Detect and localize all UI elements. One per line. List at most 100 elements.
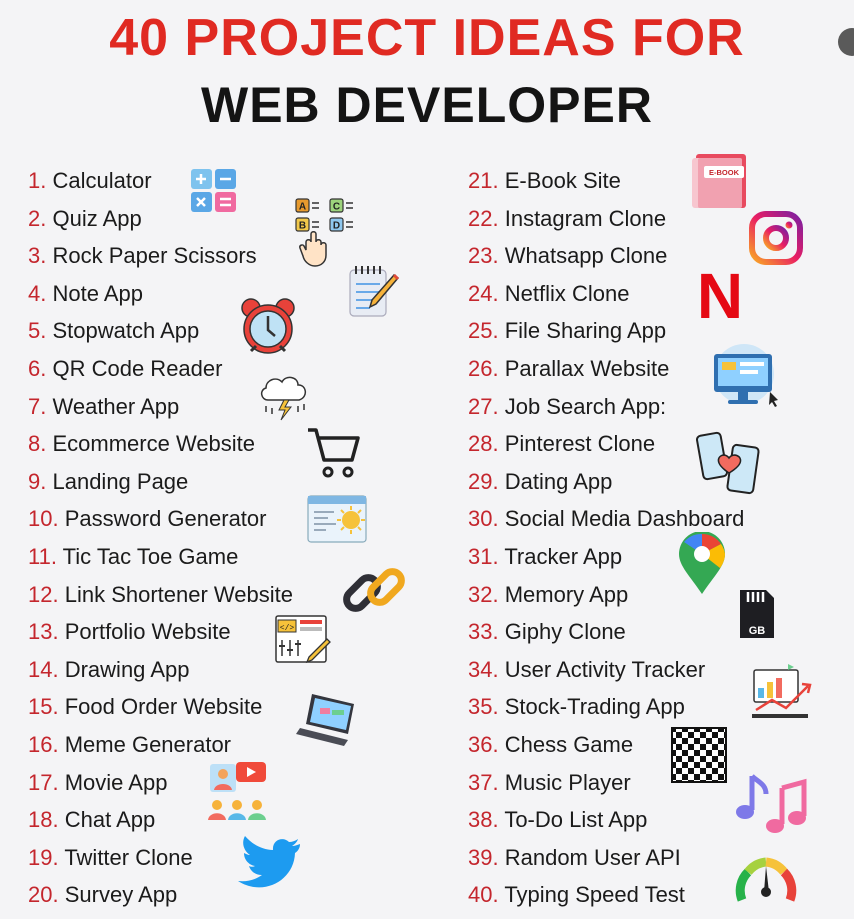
project-name: Meme Generator [64,731,232,757]
project-number: 21. [468,168,499,193]
project-name: Ecommerce Website [52,431,256,457]
project-number: 7. [28,393,47,419]
project-name: Giphy Clone [504,619,626,645]
project-item: 9. Landing Page [28,463,428,501]
project-number: 3. [28,243,47,269]
project-number: 8. [28,431,47,457]
page-title-line-1: 40 PROJECT IDEAS FOR [109,9,745,67]
project-number: 28. [468,431,499,457]
project-item: 29. Dating App [468,463,848,501]
project-item: 21. E-Book Site [468,162,848,200]
project-name: Memory App [504,581,629,607]
project-number: 34. [468,656,499,682]
project-name: Pinterest Clone [504,431,656,457]
project-name: Music Player [504,769,631,795]
project-item: 25. File Sharing App [468,312,848,350]
project-name: To-Do List App [504,807,648,833]
project-number: 5. [28,318,47,344]
storm-cloud-icon [260,376,306,421]
project-name: Typing Speed Test [504,882,685,908]
project-name: QR Code Reader [52,355,223,381]
laptop-icon [296,694,354,746]
project-name: Twitter Clone [64,844,193,870]
project-item: 14. Drawing App [28,651,428,689]
project-number: 37. [468,769,499,795]
project-number: 2. [28,205,47,231]
project-number: 15. [28,694,59,720]
project-name: Drawing App [64,656,190,682]
project-name: Stopwatch App [52,318,200,344]
project-name: User Activity Tracker [504,656,706,682]
project-number: 24. [468,280,499,306]
svg-text:</>: </> [280,624,295,633]
project-number: 20. [28,882,59,908]
project-number: 18. [28,807,59,833]
project-name: Netflix Clone [504,280,630,306]
sd-card-label: GB [749,625,766,637]
project-item: 16. Meme Generator [28,726,428,764]
project-item: 8. Ecommerce Website [28,425,428,463]
netflix-label: N [700,262,740,324]
instagram-icon [749,211,803,265]
project-item: 7. Weather App [28,388,428,426]
project-number: 27. [468,393,499,419]
project-name: Chat App [64,807,156,833]
project-item: 15. Food Order Website [28,688,428,726]
alarm-clock-icon [241,298,295,354]
project-number: 40. [468,882,499,908]
project-number: 22. [468,205,499,231]
project-item: 27. Job Search App: [468,388,848,426]
chain-link-icon [343,568,405,612]
project-number: 26. [468,355,499,381]
project-number: 10. [28,506,59,532]
project-number: 38. [468,807,499,833]
notepad-icon [349,266,400,317]
project-number: 29. [468,468,499,494]
project-number: 23. [468,243,499,269]
project-item: 10. Password Generator [28,500,428,538]
code-editor-icon: </> [275,615,331,664]
project-name: Movie App [64,769,168,795]
ebook-label: E-BOOK [709,168,740,177]
project-number: 19. [28,844,59,870]
video-call-icon [210,762,266,792]
project-name: Chess Game [504,731,634,757]
project-item: 20. Survey App [28,876,428,914]
project-name: Social Media Dashboard [504,506,745,532]
project-item: 32. Memory App [468,576,848,614]
project-name: Survey App [64,882,178,908]
project-name: Portfolio Website [64,619,231,645]
ebook-icon: E-BOOK [692,154,746,208]
twitter-bird-icon [238,836,300,888]
project-number: 4. [28,280,47,306]
project-name: Link Shortener Website [64,581,293,607]
project-name: Tic Tac Toe Game [62,543,239,569]
project-item: 26. Parallax Website [468,350,848,388]
project-item: 33. Giphy Clone [468,613,848,651]
project-number: 35. [468,694,499,720]
project-item: 6. QR Code Reader [28,350,428,388]
netflix-icon: N [700,262,740,324]
project-name: Calculator [52,168,152,193]
project-name: Whatsapp Clone [504,243,668,269]
project-name: Quiz App [52,205,142,231]
project-number: 6. [28,355,47,381]
project-name: File Sharing App [504,318,667,344]
project-number: 13. [28,619,59,645]
project-number: 25. [468,318,499,344]
hand-icon [299,231,327,267]
project-item: 30. Social Media Dashboard [468,500,848,538]
svg-text:C: C [333,202,340,213]
project-number: 9. [28,468,47,494]
monitor-icon [714,344,778,407]
calculator-icon [191,169,236,212]
project-name: Weather App [52,393,180,419]
project-number: 39. [468,844,499,870]
project-item: 24. Netflix Clone [468,275,848,313]
page-title-line-2: WEB DEVELOPER [201,77,653,133]
shopping-cart-icon [308,428,360,478]
project-name: Instagram Clone [504,205,667,231]
project-number: 11. [28,543,57,569]
project-name: E-Book Site [504,168,621,193]
map-pin-icon [679,532,725,594]
